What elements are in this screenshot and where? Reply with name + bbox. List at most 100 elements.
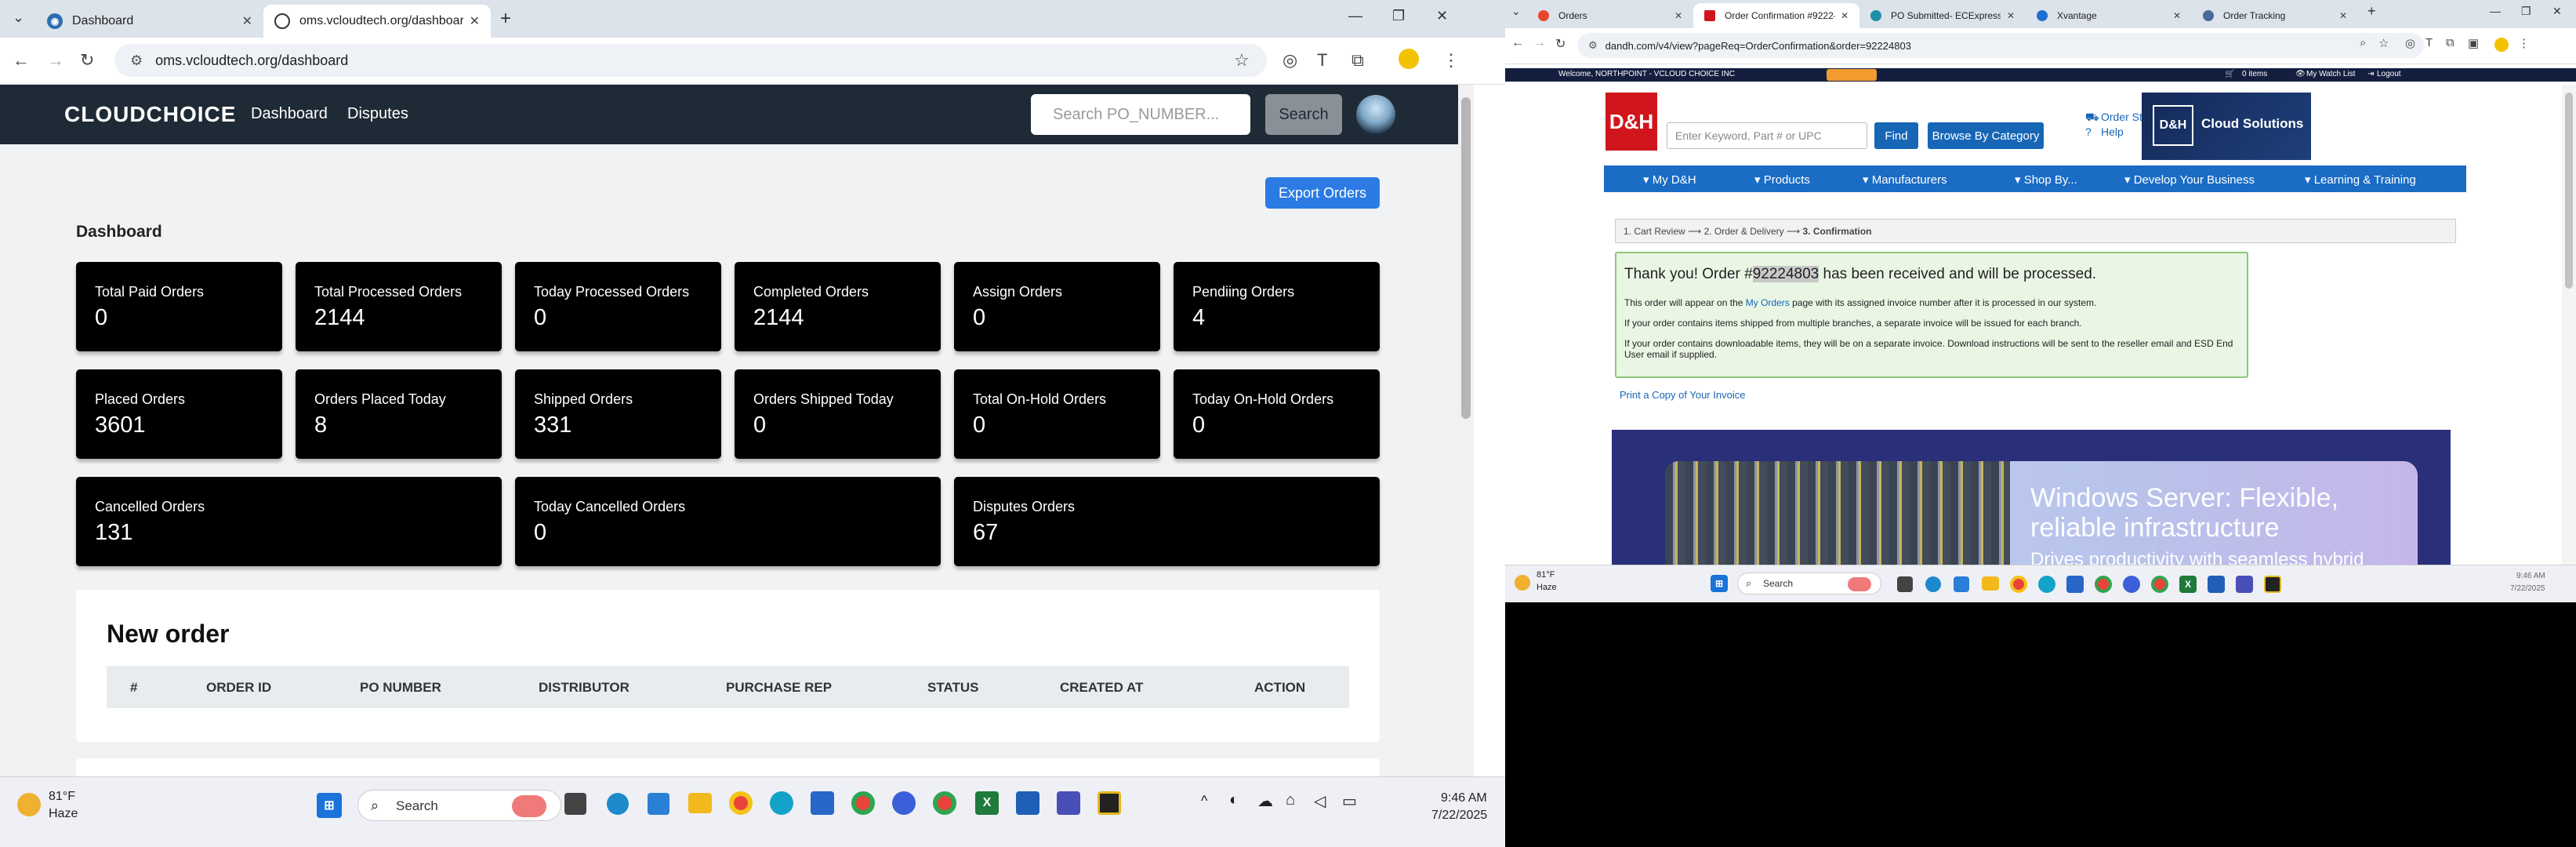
avatar[interactable] — [1356, 95, 1395, 134]
file-explorer-icon[interactable] — [1982, 576, 1999, 591]
tab-search-icon[interactable]: ⌄ — [1511, 5, 1521, 18]
chrome-profile-icon[interactable] — [851, 791, 875, 815]
edge-app-icon[interactable] — [1925, 576, 1941, 592]
teams-icon[interactable] — [811, 791, 834, 815]
close-icon[interactable]: ✕ — [470, 13, 480, 29]
window-close-icon[interactable]: ✕ — [2552, 5, 2562, 18]
cloud-solutions-banner[interactable]: D&H Cloud Solutions — [2142, 93, 2311, 160]
cart-icon[interactable]: 🛒 — [2225, 70, 2234, 78]
extension-icon[interactable]: ◎ — [1283, 50, 1297, 71]
close-icon[interactable]: ✕ — [242, 13, 252, 29]
page-scrollbar[interactable] — [2562, 85, 2576, 565]
profile-icon[interactable] — [2494, 38, 2509, 52]
tab-po-submitted[interactable]: PO Submitted- ECExpress - ✕ — [1859, 3, 2026, 28]
calculator-icon[interactable] — [1954, 576, 1969, 592]
puzzle-icon[interactable]: ⧉ — [1351, 50, 1364, 71]
close-icon[interactable]: ✕ — [1841, 10, 1849, 21]
app-icon[interactable] — [1016, 791, 1039, 815]
file-explorer-icon[interactable] — [688, 793, 712, 813]
print-invoice-link[interactable]: Print a Copy of Your Invoice — [1620, 389, 1745, 401]
tab-search-icon[interactable]: ⌄ — [13, 9, 24, 26]
menu-icon[interactable]: ⋮ — [2518, 36, 2530, 50]
new-tab-icon[interactable]: + — [500, 8, 511, 30]
zoom-icon[interactable] — [2123, 576, 2140, 593]
clock-time[interactable]: 9:46 AM — [1441, 791, 1487, 805]
reload-icon[interactable]: ↻ — [1555, 36, 1566, 52]
minimize-icon[interactable]: — — [2490, 5, 2501, 17]
minimize-icon[interactable]: — — [1348, 8, 1362, 24]
task-view-icon[interactable] — [564, 793, 586, 815]
battery-icon[interactable]: ▭ — [1342, 791, 1357, 811]
edge-icon[interactable] — [2038, 576, 2055, 593]
my-orders-link[interactable]: My Orders — [1746, 297, 1790, 308]
site-info-icon[interactable]: ⚙ — [1588, 39, 1598, 52]
app-icon[interactable] — [2208, 576, 2225, 593]
po-search-input[interactable] — [1031, 94, 1250, 135]
watch-list-link[interactable]: My Watch List — [2306, 70, 2355, 78]
clock-time[interactable]: 9:46 AM — [2516, 572, 2545, 580]
menu-icon[interactable]: ⋮ — [1442, 50, 1460, 71]
page-scrollbar[interactable] — [1458, 85, 1474, 776]
excel-icon[interactable]: X — [975, 791, 999, 815]
reload-icon[interactable]: ↻ — [80, 50, 94, 71]
app-2-icon[interactable] — [1098, 791, 1121, 815]
new-tab-icon[interactable]: + — [2367, 3, 2376, 20]
weather-icon[interactable] — [17, 793, 41, 816]
browse-category-button[interactable]: Browse By Category — [1928, 122, 2044, 149]
zoom-icon[interactable] — [892, 791, 916, 815]
scrollbar-thumb[interactable] — [1461, 97, 1471, 419]
find-button[interactable]: Find — [1874, 122, 1918, 149]
close-icon[interactable]: ✕ — [2007, 10, 2015, 21]
restore-icon[interactable]: ❐ — [1392, 8, 1405, 24]
menu-shop-by[interactable]: ▾ Shop By... — [2015, 173, 2077, 187]
notification-badge[interactable] — [1827, 69, 1877, 81]
tab-order-confirmation[interactable]: Order Confirmation #92224803 ✕ — [1693, 3, 1859, 28]
url-field[interactable]: ⚙ oms.vcloudtech.org/dashboard — [114, 44, 1267, 77]
teams-2-icon[interactable] — [1057, 791, 1080, 815]
export-orders-button[interactable]: Export Orders — [1265, 177, 1380, 209]
panel-icon[interactable]: ▣ — [2468, 36, 2479, 50]
watch-icon[interactable]: 👁 — [2295, 70, 2306, 78]
chrome-profile-icon[interactable] — [2095, 576, 2112, 593]
puzzle-icon[interactable]: ⧉ — [2446, 36, 2454, 49]
volume-icon[interactable]: ◁ — [1314, 791, 1326, 811]
teams-icon[interactable] — [2066, 576, 2084, 593]
menu-my-dh[interactable]: ▾ My D&H — [1643, 173, 1696, 187]
menu-learning-training[interactable]: ▾ Learning & Training — [2305, 173, 2416, 187]
back-icon[interactable]: ← — [1511, 36, 1524, 50]
dh-search-input[interactable]: Enter Keyword, Part # or UPC — [1667, 122, 1867, 149]
weather-icon[interactable] — [1515, 575, 1530, 591]
teams-2-icon[interactable] — [2236, 576, 2253, 593]
zoom-icon[interactable]: ⌕ — [2360, 36, 2366, 49]
chrome-profile-2-icon[interactable] — [2151, 576, 2168, 593]
menu-products[interactable]: ▾ Products — [1754, 173, 1810, 187]
scrollbar-thumb[interactable] — [2565, 93, 2573, 289]
edge-app-icon[interactable] — [607, 793, 629, 815]
tab-orders[interactable]: Orders ✕ — [1527, 3, 1693, 28]
calculator-icon[interactable] — [648, 793, 669, 815]
close-icon[interactable]: ✕ — [2173, 10, 2181, 21]
cloudchoice-logo[interactable]: CLOUDCHOICE — [64, 102, 236, 127]
onedrive-icon[interactable]: ☁ — [1257, 791, 1273, 811]
site-info-icon[interactable]: ⚙ — [130, 53, 143, 69]
tray-icon[interactable]: ◐ — [1229, 791, 1239, 809]
close-icon[interactable]: ✕ — [1674, 10, 1682, 21]
bookmark-star-icon[interactable]: ☆ — [2378, 36, 2389, 50]
tab-oms-dashboard[interactable]: oms.vcloudtech.org/dashboard ✕ — [263, 5, 491, 38]
network-icon[interactable]: ⌂ — [1286, 791, 1295, 809]
help-link[interactable]: Help — [2101, 125, 2124, 138]
logout-link[interactable]: Logout — [2377, 70, 2401, 78]
excel-icon[interactable]: X — [2179, 576, 2197, 593]
search-button[interactable]: Search — [1265, 94, 1342, 135]
cart-count[interactable]: 0 items — [2242, 70, 2267, 78]
tab-order-tracking[interactable]: Order Tracking ✕ — [2192, 3, 2358, 28]
nav-dashboard[interactable]: Dashboard — [251, 105, 328, 123]
clock-date[interactable]: 7/22/2025 — [1431, 809, 1487, 823]
extension-icon[interactable]: ◎ — [2405, 36, 2415, 50]
profile-icon[interactable] — [1399, 49, 1419, 69]
text-icon[interactable]: T — [1317, 50, 1327, 71]
text-icon[interactable]: T — [2425, 36, 2433, 49]
edge-icon[interactable] — [770, 791, 793, 815]
tab-xvantage[interactable]: Xvantage ✕ — [2026, 3, 2192, 28]
task-view-icon[interactable] — [1897, 576, 1913, 592]
